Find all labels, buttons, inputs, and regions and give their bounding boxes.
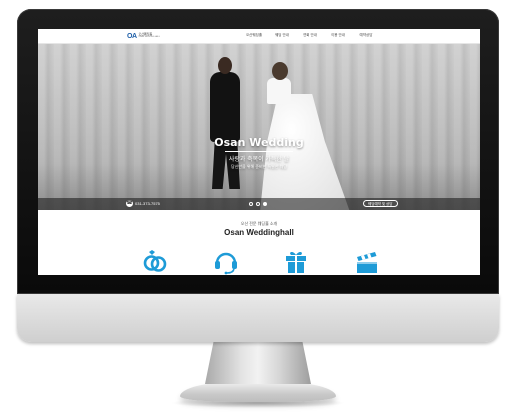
phone-icon: ☎ — [126, 200, 133, 207]
monitor-stand-neck — [205, 342, 311, 384]
hero-title-underline — [225, 151, 293, 152]
phone-number: 031-373-7575 — [135, 201, 160, 206]
feature-icons — [38, 249, 480, 275]
clapperboard-icon[interactable] — [354, 249, 380, 275]
intro-title: Osan Weddinghall — [224, 228, 294, 237]
bride-torso — [267, 78, 291, 104]
rings-icon[interactable] — [142, 249, 168, 275]
reservation-button[interactable]: 웨딩예약 및 상담 — [363, 200, 398, 207]
phone-contact[interactable]: ☎ 031-373-7575 — [126, 200, 160, 207]
logo-subtitle: OSAN WEDDING HALL — [138, 36, 160, 38]
menu-item-usage-info[interactable]: 이용 안내 — [324, 33, 352, 38]
bride-dress — [260, 94, 350, 210]
menu-item-wedding-info[interactable]: 웨딩 안내 — [268, 33, 296, 38]
intro-label: 오산 전문 웨딩홀 소개 — [240, 221, 278, 226]
bride-head — [272, 62, 288, 80]
headset-icon[interactable] — [213, 249, 239, 275]
groom-head — [218, 57, 232, 74]
main-menu: 오산웨딩홀 웨딩 안내 연회 안내 이용 안내 예약상담 — [240, 33, 380, 38]
menu-item-osan-weddinghall[interactable]: 오산웨딩홀 — [240, 33, 268, 38]
hero-caption: 당신만을 위해 준비한 특별한 웨딩 — [231, 164, 287, 169]
site-logo[interactable]: OA 오산웨딩홀 OSAN WEDDING HALL — [127, 31, 160, 41]
monitor-chin — [17, 294, 499, 342]
gift-icon[interactable] — [283, 249, 309, 275]
menu-item-reservation[interactable]: 예약상담 — [352, 33, 380, 38]
slider-dot-1[interactable] — [249, 202, 253, 206]
hero-bottom-bar: ☎ 031-373-7575 웨딩예약 및 상담 — [38, 198, 480, 210]
slider-pagination — [249, 202, 267, 206]
slider-dot-3[interactable] — [263, 202, 267, 206]
slider-dot-2[interactable] — [256, 202, 260, 206]
hero-title: Osan Wedding — [214, 136, 304, 149]
logo-text: 오산웨딩홀 OSAN WEDDING HALL — [139, 33, 160, 39]
monitor-screen: OA 오산웨딩홀 OSAN WEDDING HALL 오산웨딩홀 웨딩 안내 연… — [38, 29, 480, 275]
logo-mark: OA — [127, 32, 137, 40]
groom-body — [210, 72, 240, 142]
monitor-stand-base — [180, 382, 336, 402]
menu-item-banquet-info[interactable]: 연회 안내 — [296, 33, 324, 38]
hero-slider: Osan Wedding 사랑과 축복이 가득한 날 당신만을 위해 준비한 특… — [38, 44, 480, 210]
top-navigation: OA 오산웨딩홀 OSAN WEDDING HALL 오산웨딩홀 웨딩 안내 연… — [38, 29, 480, 44]
hero-subtitle: 사랑과 축복이 가득한 날 — [228, 157, 290, 163]
